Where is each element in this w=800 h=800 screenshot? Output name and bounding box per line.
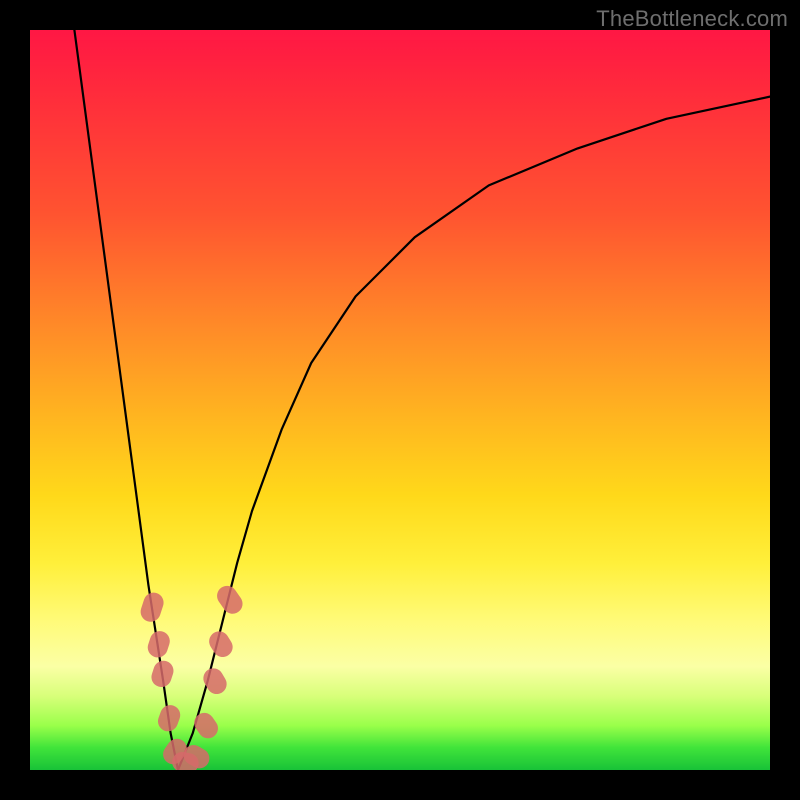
marker-pill bbox=[155, 702, 183, 734]
bottleneck-curve-left bbox=[74, 30, 178, 770]
marker-pill bbox=[149, 658, 176, 689]
marker-pill bbox=[205, 628, 236, 661]
plot-svg bbox=[30, 30, 770, 770]
plot-area bbox=[30, 30, 770, 770]
marker-pill bbox=[145, 629, 172, 660]
bottleneck-curve-right bbox=[178, 97, 770, 770]
marker-pill bbox=[190, 709, 222, 742]
marker-pill bbox=[138, 590, 166, 624]
marker-layer bbox=[138, 582, 246, 770]
chart-frame: TheBottleneck.com bbox=[0, 0, 800, 800]
marker-pill bbox=[213, 582, 246, 618]
watermark-text: TheBottleneck.com bbox=[596, 6, 788, 32]
